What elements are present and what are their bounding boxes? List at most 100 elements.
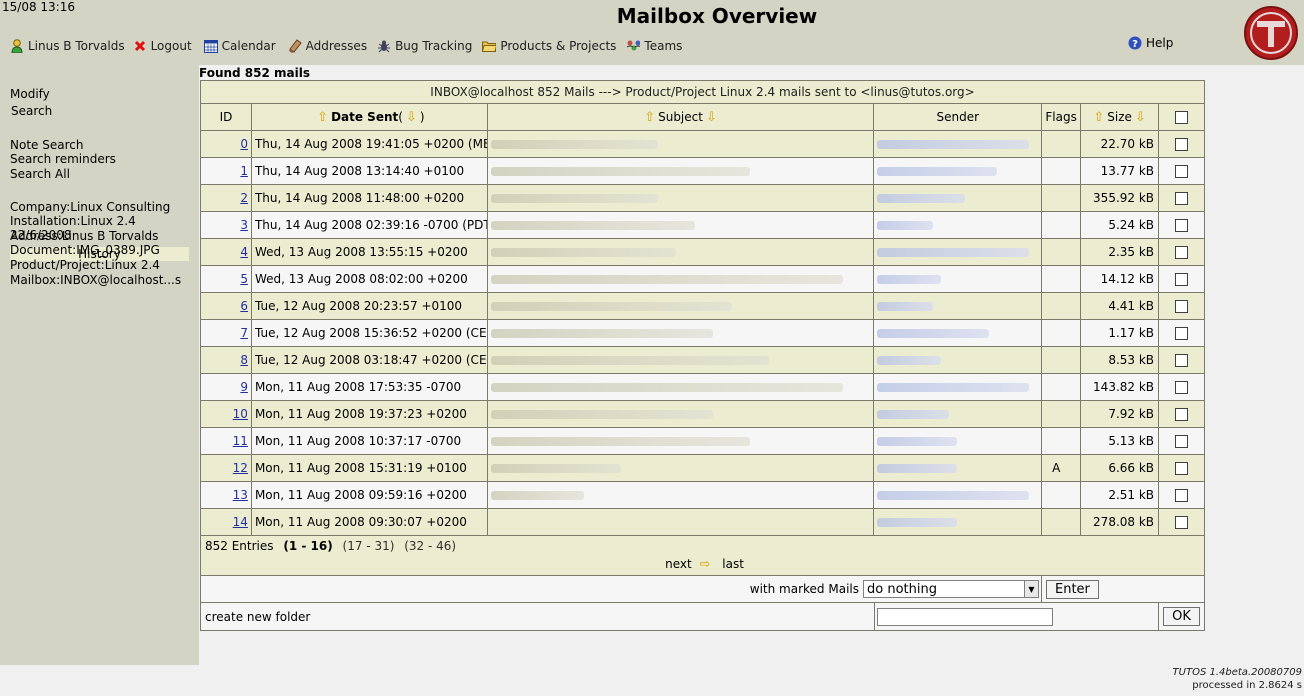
- cell-sender[interactable]: [874, 455, 1043, 481]
- cell-subject[interactable]: [488, 401, 875, 427]
- mail-id-link[interactable]: 11: [207, 434, 248, 448]
- table-row[interactable]: 6 Tue, 12 Aug 2008 20:23:57 +0100 4.41 kB: [201, 293, 1204, 320]
- menu-item-logout[interactable]: Logout: [133, 39, 192, 53]
- menu-item-addresses[interactable]: Addresses: [288, 39, 367, 53]
- cell-subject[interactable]: [488, 131, 875, 157]
- menu-item-bug-tracking[interactable]: Bug Tracking: [377, 39, 472, 53]
- last-link[interactable]: last: [722, 557, 744, 571]
- cell-subject[interactable]: [488, 509, 875, 535]
- cell-subject[interactable]: [488, 428, 875, 454]
- sidebar-modify[interactable]: Modify: [10, 87, 50, 101]
- mail-id-link[interactable]: 3: [208, 218, 248, 232]
- cell-subject[interactable]: [488, 347, 875, 373]
- sidebar-search-reminders[interactable]: Search reminders: [10, 152, 116, 166]
- cell-sender[interactable]: [874, 212, 1043, 238]
- cell-subject[interactable]: [488, 212, 875, 238]
- mail-id-link[interactable]: 0: [208, 137, 248, 151]
- cell-subject[interactable]: [488, 320, 875, 346]
- menu-item-teams[interactable]: Teams: [626, 39, 682, 53]
- table-row[interactable]: 8 Tue, 12 Aug 2008 03:18:47 +0200 (CEST) 8…: [201, 347, 1204, 374]
- help-link[interactable]: ? Help: [1128, 36, 1173, 50]
- row-checkbox[interactable]: [1175, 164, 1188, 178]
- row-checkbox[interactable]: [1175, 218, 1188, 232]
- cell-sender[interactable]: [874, 239, 1043, 265]
- table-row[interactable]: 5 Wed, 13 Aug 2008 08:02:00 +0200 14.12 kB: [201, 266, 1204, 293]
- row-checkbox[interactable]: [1175, 245, 1188, 259]
- cell-subject[interactable]: [488, 293, 875, 319]
- sidebar-note-search[interactable]: Note Search: [10, 138, 83, 152]
- cell-subject[interactable]: [488, 374, 875, 400]
- menu-item-calendar[interactable]: Calendar: [203, 39, 276, 53]
- menu-item-user[interactable]: Linus B Torvalds: [10, 39, 125, 53]
- row-checkbox[interactable]: [1175, 488, 1188, 502]
- history-item[interactable]: Mailbox:INBOX@localhost...s: [10, 273, 181, 287]
- history-item[interactable]: Address:Linus B Torvalds: [10, 229, 158, 243]
- next-link[interactable]: next ⇨: [661, 557, 710, 572]
- mail-id-link[interactable]: 4: [208, 245, 248, 259]
- table-row[interactable]: 14 Mon, 11 Aug 2008 09:30:07 +0200 278.08 …: [201, 509, 1204, 536]
- row-checkbox[interactable]: [1175, 137, 1188, 151]
- table-row[interactable]: 13 Mon, 11 Aug 2008 09:59:16 +0200 2.51 kB: [201, 482, 1204, 509]
- menu-item-products-projects[interactable]: Products & Projects: [482, 39, 616, 53]
- row-checkbox[interactable]: [1175, 299, 1188, 313]
- tutos-logo[interactable]: [1238, 0, 1304, 65]
- cell-sender[interactable]: [874, 428, 1043, 454]
- cell-subject[interactable]: [488, 158, 875, 184]
- sidebar-search-all[interactable]: Search All: [10, 167, 70, 181]
- table-row[interactable]: 11 Mon, 11 Aug 2008 10:37:17 -0700 5.13 kB: [201, 428, 1204, 455]
- sort-desc-icon[interactable]: ⇩: [706, 110, 717, 125]
- mail-id-link[interactable]: 2: [208, 191, 248, 205]
- new-folder-input[interactable]: [877, 607, 1053, 626]
- cell-sender[interactable]: [874, 293, 1043, 319]
- cell-sender[interactable]: [874, 320, 1043, 346]
- table-row[interactable]: 12 Mon, 11 Aug 2008 15:31:19 +0100 A 6.66 k…: [201, 455, 1204, 482]
- sort-asc-icon[interactable]: ⇧: [317, 110, 328, 125]
- row-checkbox[interactable]: [1175, 434, 1188, 448]
- mail-id-link[interactable]: 14: [207, 515, 248, 529]
- marked-action-select[interactable]: do nothing ▼: [863, 580, 1039, 598]
- cell-sender[interactable]: [874, 131, 1043, 157]
- row-checkbox[interactable]: [1175, 380, 1188, 394]
- table-row[interactable]: 2 Thu, 14 Aug 2008 11:48:00 +0200 355.92 k…: [201, 185, 1204, 212]
- table-row[interactable]: 4 Wed, 13 Aug 2008 13:55:15 +0200 2.35 kB: [201, 239, 1204, 266]
- mail-id-link[interactable]: 13: [207, 488, 248, 502]
- page-link[interactable]: (17 - 31): [343, 539, 395, 553]
- cell-subject[interactable]: [488, 239, 875, 265]
- row-checkbox[interactable]: [1175, 353, 1188, 367]
- row-checkbox[interactable]: [1175, 461, 1188, 475]
- mail-id-link[interactable]: 5: [208, 272, 248, 286]
- table-row[interactable]: 9 Mon, 11 Aug 2008 17:53:35 -0700 143.82 k…: [201, 374, 1204, 401]
- history-item[interactable]: Document:IMG_0389.JPG: [10, 243, 160, 257]
- cell-subject[interactable]: [488, 185, 875, 211]
- row-checkbox[interactable]: [1175, 191, 1188, 205]
- sort-asc-icon[interactable]: ⇧: [644, 110, 655, 125]
- cell-subject[interactable]: [488, 455, 875, 481]
- cell-sender[interactable]: [874, 482, 1043, 508]
- sort-desc-icon[interactable]: ⇩: [1135, 110, 1146, 125]
- cell-sender[interactable]: [874, 347, 1043, 373]
- mail-id-link[interactable]: 7: [208, 326, 248, 340]
- ok-button[interactable]: OK: [1163, 607, 1200, 626]
- mail-id-link[interactable]: 8: [208, 353, 248, 367]
- enter-button[interactable]: Enter: [1046, 579, 1099, 599]
- mail-id-link[interactable]: 12: [207, 461, 248, 475]
- table-row[interactable]: 0 Thu, 14 Aug 2008 19:41:05 +0200 (MEST) 2…: [201, 131, 1204, 158]
- row-checkbox[interactable]: [1175, 272, 1188, 286]
- mail-id-link[interactable]: 6: [208, 299, 248, 313]
- cell-sender[interactable]: [874, 401, 1043, 427]
- row-checkbox[interactable]: [1175, 407, 1188, 421]
- sort-desc-icon[interactable]: ⇩: [406, 110, 417, 125]
- mail-id-link[interactable]: 1: [208, 164, 248, 178]
- sidebar-search[interactable]: Search: [11, 104, 52, 118]
- cell-sender[interactable]: [874, 266, 1043, 292]
- cell-sender[interactable]: [874, 509, 1043, 535]
- cell-subject[interactable]: [488, 266, 875, 292]
- select-all-checkbox[interactable]: [1175, 110, 1189, 124]
- cell-sender[interactable]: [874, 185, 1043, 211]
- mail-id-link[interactable]: 9: [208, 380, 248, 394]
- cell-sender[interactable]: [874, 374, 1043, 400]
- history-item[interactable]: Product/Project:Linux 2.4: [10, 258, 160, 272]
- table-row[interactable]: 1 Thu, 14 Aug 2008 13:14:40 +0100 13.77 kB: [201, 158, 1204, 185]
- table-row[interactable]: 3 Thu, 14 Aug 2008 02:39:16 -0700 (PDT) 5.…: [201, 212, 1204, 239]
- history-item[interactable]: Company:Linux Consulting: [10, 200, 170, 214]
